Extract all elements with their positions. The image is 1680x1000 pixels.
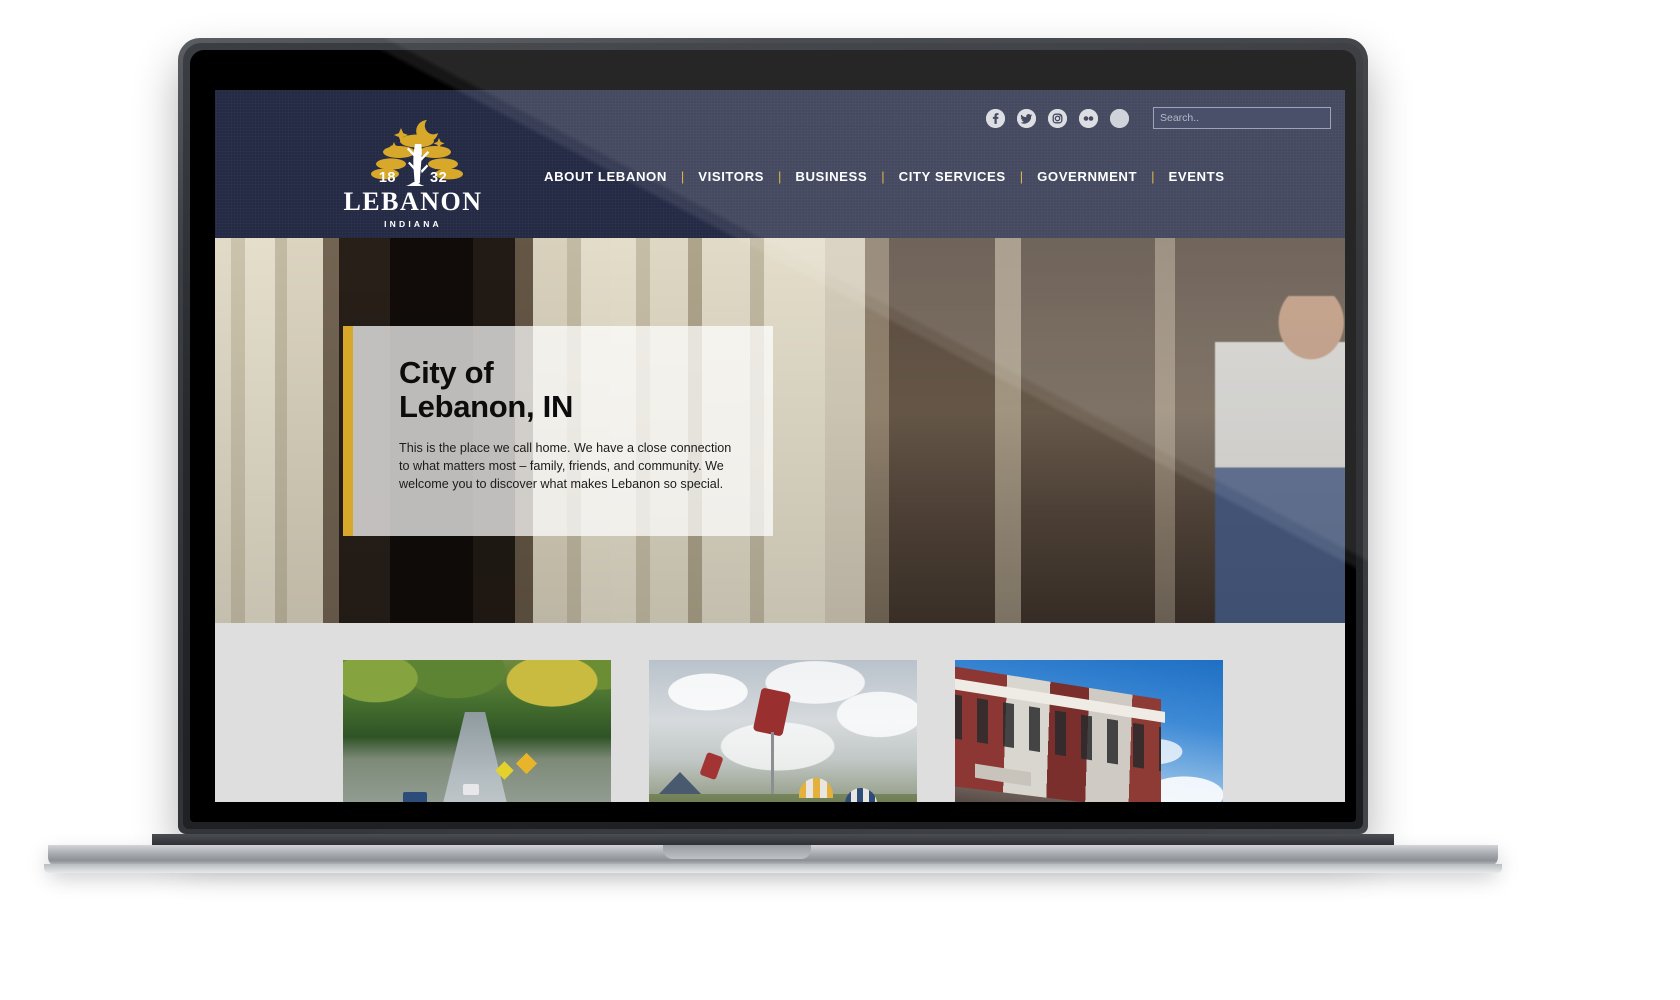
street-parked-car: [403, 792, 427, 802]
logo-year-left: 18: [378, 170, 396, 186]
site-header: 18 32 LEBANON INDIANA Search.. ABOUT LEB…: [215, 90, 1345, 238]
facebook-icon[interactable]: [986, 108, 1005, 128]
browser-viewport: 18 32 LEBANON INDIANA Search.. ABOUT LEB…: [215, 90, 1345, 802]
instagram-icon[interactable]: [1048, 108, 1067, 128]
header-utility-row: [986, 107, 1331, 129]
search-input[interactable]: [1153, 107, 1331, 129]
laptop-mockup-scene: 18 32 LEBANON INDIANA Search.. ABOUT LEB…: [0, 0, 1680, 1000]
laptop-base-notch: [663, 845, 811, 859]
downtown-buildings-card[interactable]: [955, 660, 1223, 802]
nav-item-government[interactable]: GOVERNMENT: [1023, 169, 1151, 184]
logo-year-right: 32: [430, 170, 448, 186]
hero-description: This is the place we call home. We have …: [399, 441, 732, 491]
hero-carousel: City of Lebanon, IN This is the place we…: [215, 238, 1345, 623]
splash-pole: [771, 732, 774, 802]
feature-cards-section: [215, 623, 1345, 802]
laptop-base-foot: [44, 864, 1502, 873]
hero-text-panel: City of Lebanon, IN This is the place we…: [343, 326, 773, 536]
nav-item-business[interactable]: BUSINESS: [781, 169, 881, 184]
splash-pad-card[interactable]: [649, 660, 917, 802]
nav-item-events[interactable]: EVENTS: [1155, 169, 1239, 184]
street-car: [463, 784, 479, 795]
street-tree-canopy: [343, 660, 611, 730]
nav-item-visitors[interactable]: VISITORS: [684, 169, 778, 184]
nav-item-about-lebanon[interactable]: ABOUT LEBANON: [530, 169, 681, 184]
feature-cards-row: [215, 660, 1345, 802]
nav-item-city-services[interactable]: CITY SERVICES: [885, 169, 1020, 184]
site-logo[interactable]: 18 32 LEBANON INDIANA: [335, 108, 491, 229]
search-box[interactable]: [1153, 107, 1331, 129]
splash-photo: [649, 660, 917, 802]
hero-title: City of Lebanon, IN: [399, 355, 574, 425]
twitter-icon[interactable]: [1017, 108, 1036, 128]
street-photo: [343, 660, 611, 802]
tree-lined-street-card[interactable]: [343, 660, 611, 802]
street-sign-amber: [515, 752, 538, 775]
logo-subtitle: INDIANA: [384, 219, 442, 229]
downtown-photo: [955, 660, 1223, 802]
hero-accent-bar: [343, 326, 353, 536]
flickr-icon[interactable]: [1079, 108, 1098, 128]
social-extra-icon[interactable]: [1110, 108, 1129, 128]
logo-wordmark: LEBANON: [343, 187, 483, 216]
main-navigation: ABOUT LEBANON | VISITORS | BUSINESS | CI…: [530, 169, 1239, 184]
logo-year: 18 32: [335, 170, 491, 186]
social-links: [986, 108, 1129, 128]
